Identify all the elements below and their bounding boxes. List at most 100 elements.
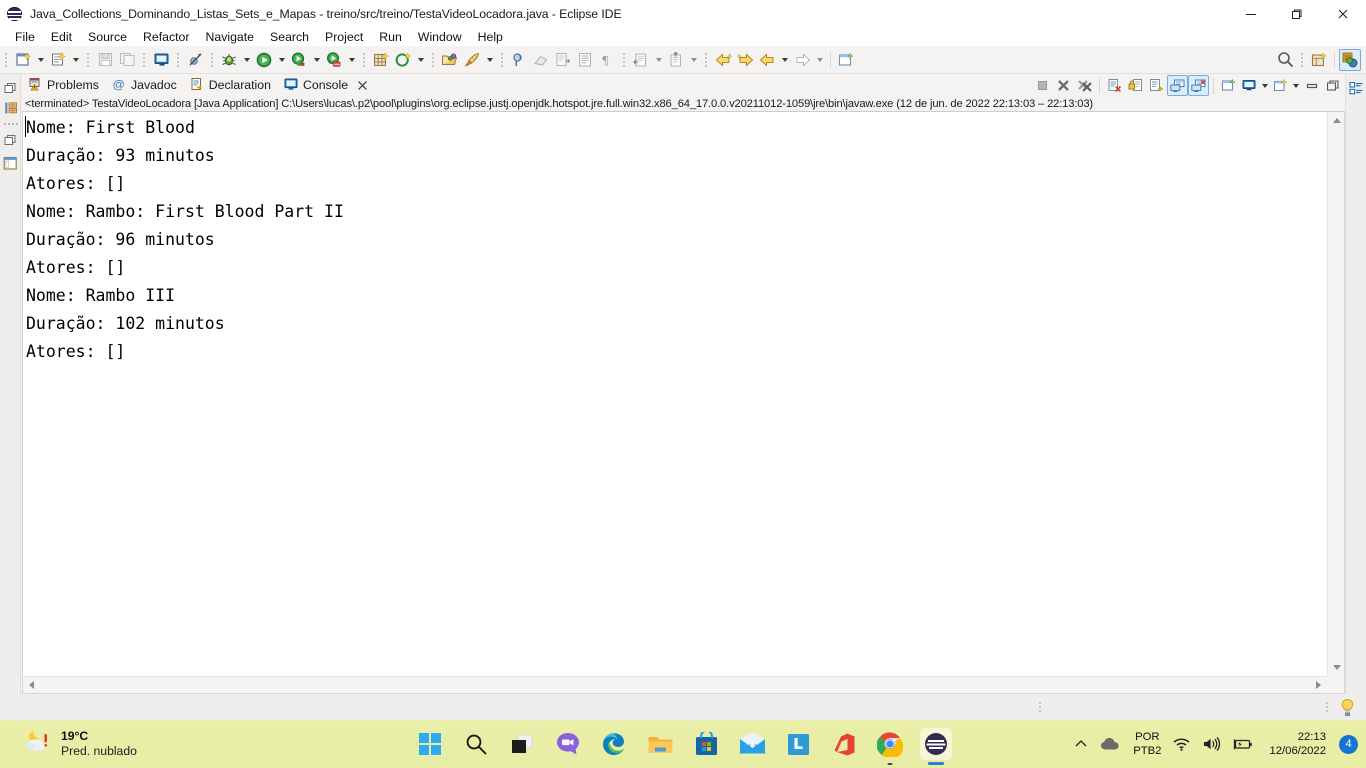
file-explorer-button[interactable] (644, 728, 676, 760)
show-console-on-output-icon[interactable] (1167, 75, 1188, 96)
tab-javadoc[interactable]: @ Javadoc (106, 74, 184, 97)
open-console-icon[interactable] (1270, 75, 1291, 96)
tab-console[interactable]: Console (278, 74, 376, 97)
console-vertical-scrollbar[interactable] (1327, 112, 1344, 676)
chat-button[interactable] (552, 728, 584, 760)
tip-lightbulb-icon[interactable] (1339, 698, 1356, 717)
office-button[interactable] (828, 728, 860, 760)
search-taskbar-button[interactable] (460, 728, 492, 760)
display-selected-console-icon[interactable] (1239, 75, 1260, 96)
open-type-icon[interactable] (439, 49, 461, 71)
menu-help[interactable]: Help (470, 28, 511, 46)
close-button[interactable] (1320, 0, 1366, 28)
restore-view-icon[interactable] (0, 78, 21, 98)
new-wizard-icon[interactable] (12, 49, 34, 71)
weather-widget[interactable]: 19°C Pred. nublado (22, 729, 137, 760)
toolbar-grip-6[interactable] (361, 51, 368, 69)
battery-charging-icon[interactable] (1232, 736, 1254, 752)
toolbar-grip-8[interactable] (499, 51, 506, 69)
close-icon[interactable] (356, 79, 369, 92)
chevron-up-icon[interactable] (1073, 736, 1089, 752)
tab-problems[interactable]: Problems (22, 74, 106, 97)
outline-tree-icon[interactable] (1346, 78, 1366, 98)
linkedin-button[interactable] (782, 728, 814, 760)
speaker-icon[interactable] (1202, 736, 1221, 752)
wifi-icon[interactable] (1172, 736, 1191, 752)
open-task-icon[interactable] (461, 49, 483, 71)
new-window-icon[interactable] (835, 49, 857, 71)
onedrive-icon[interactable] (1100, 736, 1122, 752)
package-explorer-icon[interactable] (0, 98, 21, 118)
start-button[interactable] (414, 728, 446, 760)
microsoft-store-button[interactable] (690, 728, 722, 760)
toolbar-grip-7[interactable] (430, 51, 437, 69)
eclipse-button[interactable] (920, 728, 952, 765)
task-view-button[interactable] (506, 728, 538, 760)
menu-file[interactable]: File (7, 28, 43, 46)
menu-project[interactable]: Project (317, 28, 371, 46)
toolbar-grip-9[interactable] (621, 51, 628, 69)
tab-declaration[interactable]: Declaration (184, 74, 278, 97)
scroll-up-arrow-icon[interactable] (1328, 112, 1345, 129)
toolbar-grip-2[interactable] (85, 51, 92, 69)
minimize-button[interactable] (1228, 0, 1274, 28)
edge-button[interactable] (598, 728, 630, 760)
menu-run[interactable]: Run (371, 28, 410, 46)
run-configurations-dropdown-arrow[interactable] (310, 49, 323, 71)
new-package-icon[interactable] (392, 49, 414, 71)
mail-button[interactable] (736, 728, 768, 760)
menu-search[interactable]: Search (262, 28, 317, 46)
new-java-class-dropdown-arrow[interactable] (69, 49, 82, 71)
java-perspective-icon[interactable] (1339, 48, 1361, 71)
scroll-lock-icon[interactable] (1125, 75, 1146, 96)
open-task-dropdown-arrow[interactable] (483, 49, 496, 71)
language-indicator[interactable]: POR PTB2 (1133, 730, 1161, 758)
maximize-button[interactable] (1274, 0, 1320, 28)
maximize-view-icon[interactable] (1322, 75, 1343, 96)
debug-icon[interactable] (218, 49, 240, 71)
console-output-area[interactable]: Nome: First Blood Duração: 93 minutos At… (22, 111, 1345, 694)
skip-breakpoints-icon[interactable] (184, 49, 206, 71)
word-wrap-icon[interactable] (1146, 75, 1167, 96)
new-wizard-dropdown-arrow[interactable] (34, 49, 47, 71)
back-to-icon[interactable] (712, 49, 734, 71)
run-dropdown-arrow[interactable] (275, 49, 288, 71)
clear-console-icon[interactable] (1104, 75, 1125, 96)
toggle-mark-occurrences-icon[interactable] (508, 49, 530, 71)
minimized-view-icon[interactable] (0, 130, 21, 150)
toolbar-grip[interactable] (3, 51, 10, 69)
back-icon[interactable] (756, 49, 778, 71)
last-edit-location-dropdown-arrow[interactable] (652, 49, 665, 71)
search-icon[interactable] (1274, 49, 1296, 71)
minimize-view-icon[interactable] (1301, 75, 1322, 96)
toolbar-grip-3[interactable] (141, 51, 148, 69)
menu-refactor[interactable]: Refactor (135, 28, 197, 46)
menu-edit[interactable]: Edit (43, 28, 80, 46)
toolbar-grip-10[interactable] (703, 51, 710, 69)
display-selected-console-dropdown-arrow[interactable] (1260, 75, 1270, 96)
scroll-down-arrow-icon[interactable] (1328, 659, 1345, 676)
outline-view-icon[interactable] (0, 153, 21, 173)
show-console-on-error-icon[interactable] (1188, 75, 1209, 96)
remove-launch-icon[interactable] (1053, 75, 1074, 96)
clock[interactable]: 22:13 12/06/2022 (1269, 730, 1326, 758)
console-horizontal-scrollbar[interactable] (23, 676, 1327, 693)
scroll-left-arrow-icon[interactable] (23, 677, 40, 693)
toolbar-grip-11[interactable] (1299, 51, 1306, 69)
pin-console-icon[interactable] (1218, 75, 1239, 96)
previous-edit-dropdown-arrow[interactable] (687, 49, 700, 71)
chrome-button[interactable] (874, 728, 906, 765)
open-console-dropdown-arrow[interactable] (1291, 75, 1301, 96)
coverage-dropdown-arrow[interactable] (345, 49, 358, 71)
toolbar-grip-5[interactable] (209, 51, 216, 69)
console-view-icon[interactable] (150, 49, 172, 71)
new-java-class-icon[interactable] (47, 49, 69, 71)
menu-source[interactable]: Source (80, 28, 135, 46)
menu-navigate[interactable]: Navigate (197, 28, 262, 46)
run-icon[interactable] (253, 49, 275, 71)
new-java-project-icon[interactable] (370, 49, 392, 71)
back-dropdown-arrow[interactable] (778, 49, 791, 71)
debug-dropdown-arrow[interactable] (240, 49, 253, 71)
toolbar-grip-4[interactable] (175, 51, 182, 69)
scroll-right-arrow-icon[interactable] (1310, 677, 1327, 693)
